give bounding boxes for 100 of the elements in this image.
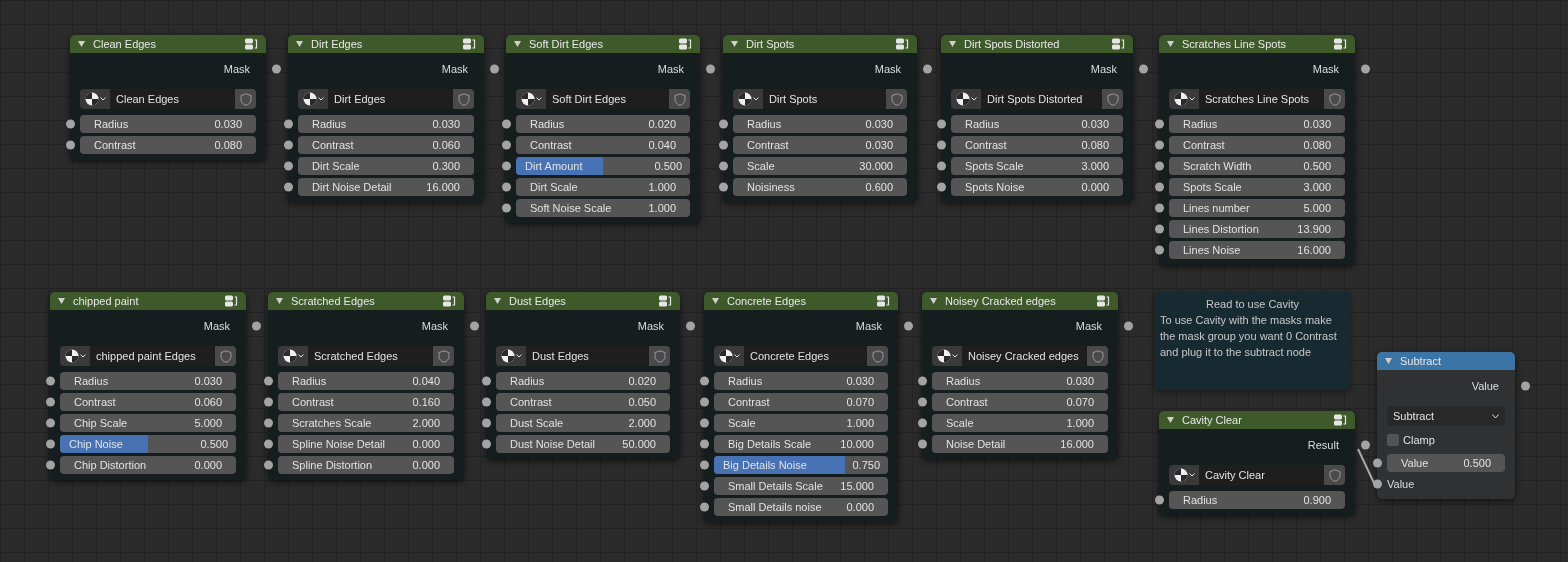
input-socket[interactable] xyxy=(700,460,709,470)
node-group-icon[interactable] xyxy=(1333,414,1347,426)
datablock-name-field[interactable]: Dirt Edges xyxy=(328,89,453,109)
fake-user-button[interactable] xyxy=(433,346,454,366)
datablock-browse-button[interactable] xyxy=(951,89,981,109)
fake-user-button[interactable] xyxy=(215,346,236,366)
number-field[interactable]: Lines number 5.000 xyxy=(1169,199,1345,217)
collapse-icon[interactable] xyxy=(494,298,501,304)
number-field[interactable]: Radius 0.040 xyxy=(278,372,454,390)
datablock-name-field[interactable]: Scratched Edges xyxy=(308,346,433,366)
fake-user-button[interactable] xyxy=(235,89,256,109)
input-socket[interactable] xyxy=(937,161,946,171)
clamp-checkbox[interactable]: Clamp xyxy=(1387,431,1505,449)
datablock-name-field[interactable]: Cavity Clear xyxy=(1199,465,1324,485)
input-socket[interactable] xyxy=(284,140,293,150)
input-socket[interactable] xyxy=(918,439,927,449)
slider-field[interactable]: Dirt Amount 0.500 xyxy=(516,157,690,175)
number-field[interactable]: Radius 0.900 xyxy=(1169,491,1345,509)
output-socket[interactable] xyxy=(904,321,913,331)
input-socket[interactable] xyxy=(700,397,709,407)
input-socket[interactable] xyxy=(46,376,55,386)
output-socket[interactable] xyxy=(252,321,261,331)
input-socket[interactable] xyxy=(719,119,728,129)
node-header[interactable]: Soft Dirt Edges xyxy=(506,35,700,53)
input-socket[interactable] xyxy=(1373,458,1382,468)
node-header[interactable]: Concrete Edges xyxy=(704,292,898,310)
node-header[interactable]: Noisey Cracked edges xyxy=(922,292,1118,310)
number-field[interactable]: Dirt Scale 0.300 xyxy=(298,157,474,175)
input-socket[interactable] xyxy=(1155,161,1164,171)
number-field[interactable]: Radius 0.030 xyxy=(80,115,256,133)
number-field[interactable]: Radius 0.030 xyxy=(714,372,888,390)
fake-user-button[interactable] xyxy=(886,89,907,109)
node-header[interactable]: Cavity Clear xyxy=(1159,411,1355,429)
input-socket[interactable] xyxy=(1155,182,1164,192)
number-field[interactable]: Radius 0.030 xyxy=(1169,115,1345,133)
datablock-browse-button[interactable] xyxy=(298,89,328,109)
fake-user-button[interactable] xyxy=(649,346,670,366)
datablock-browse-button[interactable] xyxy=(60,346,90,366)
node-header[interactable]: chipped paint xyxy=(50,292,246,310)
datablock-name-field[interactable]: Dirt Spots Distorted xyxy=(981,89,1102,109)
datablock-name-field[interactable]: Dirt Spots xyxy=(763,89,886,109)
node-group-icon[interactable] xyxy=(244,38,258,50)
collapse-icon[interactable] xyxy=(930,298,937,304)
number-field[interactable]: Noise Detail 16.000 xyxy=(932,435,1108,453)
number-field[interactable]: Dust Scale 2.000 xyxy=(496,414,670,432)
input-socket[interactable] xyxy=(66,140,75,150)
node-group-icon[interactable] xyxy=(224,295,238,307)
number-field[interactable]: Value 0.500 xyxy=(1387,454,1505,472)
number-field[interactable]: Radius 0.030 xyxy=(733,115,907,133)
input-socket[interactable] xyxy=(719,140,728,150)
output-socket[interactable] xyxy=(272,64,281,74)
input-socket[interactable] xyxy=(264,439,273,449)
input-socket[interactable] xyxy=(1155,140,1164,150)
input-socket[interactable] xyxy=(700,481,709,491)
output-socket[interactable] xyxy=(1521,381,1530,391)
collapse-icon[interactable] xyxy=(731,41,738,47)
datablock-name-field[interactable]: chipped paint Edges xyxy=(90,346,215,366)
number-field[interactable]: Dirt Noise Detail 16.000 xyxy=(298,178,474,196)
number-field[interactable]: Contrast 0.070 xyxy=(932,393,1108,411)
number-field[interactable]: Contrast 0.030 xyxy=(733,136,907,154)
node-header[interactable]: Dirt Edges xyxy=(288,35,484,53)
node-group-icon[interactable] xyxy=(1333,38,1347,50)
input-socket[interactable] xyxy=(937,182,946,192)
collapse-icon[interactable] xyxy=(78,41,85,47)
node-group-icon[interactable] xyxy=(1111,38,1125,50)
collapse-icon[interactable] xyxy=(1167,41,1174,47)
fake-user-button[interactable] xyxy=(1324,89,1345,109)
node-group-icon[interactable] xyxy=(678,38,692,50)
output-socket[interactable] xyxy=(1139,64,1148,74)
output-socket[interactable] xyxy=(706,64,715,74)
fake-user-button[interactable] xyxy=(1102,89,1123,109)
number-field[interactable]: Spots Scale 3.000 xyxy=(951,157,1123,175)
datablock-name-field[interactable]: Dust Edges xyxy=(526,346,649,366)
input-socket[interactable] xyxy=(482,418,491,428)
input-socket[interactable] xyxy=(482,439,491,449)
datablock-browse-button[interactable] xyxy=(496,346,526,366)
number-field[interactable]: Contrast 0.070 xyxy=(714,393,888,411)
node-header[interactable]: Dust Edges xyxy=(486,292,680,310)
datablock-browse-button[interactable] xyxy=(80,89,110,109)
datablock-browse-button[interactable] xyxy=(278,346,308,366)
input-socket[interactable] xyxy=(502,182,511,192)
input-socket[interactable] xyxy=(1155,245,1164,255)
number-field[interactable]: Chip Distortion 0.000 xyxy=(60,456,236,474)
output-socket[interactable] xyxy=(1361,440,1370,450)
number-field[interactable]: Contrast 0.080 xyxy=(951,136,1123,154)
input-socket[interactable] xyxy=(264,397,273,407)
node-group-icon[interactable] xyxy=(658,295,672,307)
number-field[interactable]: Radius 0.030 xyxy=(932,372,1108,390)
number-field[interactable]: Big Details Scale 10.000 xyxy=(714,435,888,453)
datablock-browse-button[interactable] xyxy=(1169,465,1199,485)
fake-user-button[interactable] xyxy=(453,89,474,109)
number-field[interactable]: Soft Noise Scale 1.000 xyxy=(516,199,690,217)
input-socket[interactable] xyxy=(502,161,511,171)
datablock-name-field[interactable]: Concrete Edges xyxy=(744,346,867,366)
node-header[interactable]: Dirt Spots Distorted xyxy=(941,35,1133,53)
datablock-name-field[interactable]: Soft Dirt Edges xyxy=(546,89,669,109)
input-socket[interactable] xyxy=(700,439,709,449)
number-field[interactable]: Noisiness 0.600 xyxy=(733,178,907,196)
number-field[interactable]: Scale 1.000 xyxy=(932,414,1108,432)
input-socket[interactable] xyxy=(284,182,293,192)
